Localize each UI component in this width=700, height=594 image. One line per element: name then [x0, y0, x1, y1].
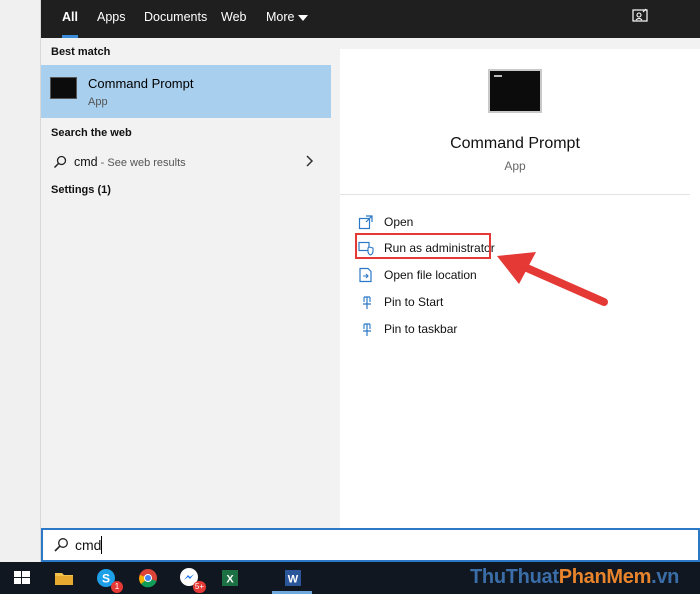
watermark-part: .vn — [651, 566, 680, 588]
watermark-part: PhanMem — [558, 566, 652, 588]
annotation-arrow — [497, 252, 608, 306]
svg-text:W: W — [288, 574, 299, 586]
search-box[interactable] — [41, 528, 700, 562]
skype-badge: 1 — [111, 581, 123, 593]
svg-text:S: S — [102, 572, 110, 586]
search-icon — [53, 537, 69, 558]
watermark-part: ThuThuat — [470, 566, 559, 588]
skype-icon[interactable]: S 1 — [95, 567, 123, 593]
file-explorer-icon[interactable] — [53, 567, 75, 589]
chrome-icon[interactable] — [137, 567, 159, 589]
messenger-badge: 5+ — [192, 581, 206, 593]
word-icon[interactable]: W — [282, 567, 304, 589]
messenger-icon[interactable]: 5+ — [178, 567, 206, 593]
watermark-logo: ThuThuatPhanMem.vn — [470, 566, 679, 589]
windows-start-icon[interactable] — [11, 567, 33, 589]
text-cursor — [101, 536, 102, 554]
excel-icon[interactable]: X — [219, 567, 241, 589]
svg-text:X: X — [226, 574, 234, 586]
search-input[interactable] — [75, 535, 675, 555]
